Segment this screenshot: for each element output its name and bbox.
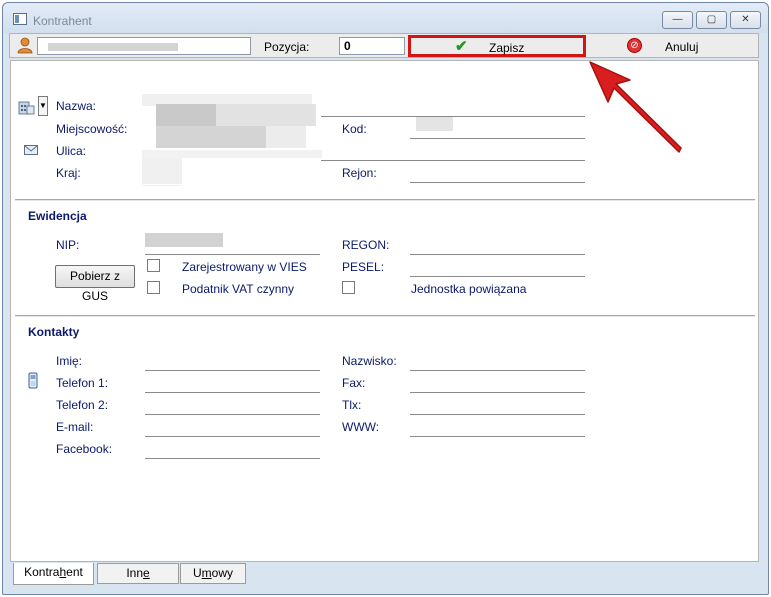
vat-label: Podatnik VAT czynny bbox=[182, 282, 295, 296]
redacted-address-values bbox=[142, 94, 322, 189]
email-label: E-mail: bbox=[56, 420, 94, 434]
tab-label-accel: m bbox=[201, 566, 212, 580]
kontakty-title: Kontakty bbox=[28, 325, 80, 339]
www-label: WWW: bbox=[342, 420, 380, 434]
save-button-label: Zapisz bbox=[489, 41, 525, 55]
pesel-label: PESEL: bbox=[342, 260, 385, 274]
postcode-label: Kod: bbox=[342, 122, 367, 136]
tlx-label: Tlx: bbox=[342, 398, 362, 412]
last-name-label: Nazwisko: bbox=[342, 354, 397, 368]
address-type-dropdown[interactable]: ▼ bbox=[38, 96, 48, 116]
window-title: Kontrahent bbox=[33, 14, 92, 28]
first-name-field-line[interactable] bbox=[145, 370, 320, 371]
tab-label-accel: e bbox=[143, 566, 150, 580]
envelope-icon bbox=[24, 145, 38, 155]
region-label: Rejon: bbox=[342, 166, 377, 180]
cancel-icon: ⊘ bbox=[627, 38, 642, 53]
close-button[interactable]: ✕ bbox=[730, 11, 761, 29]
region-field-line[interactable] bbox=[410, 182, 585, 183]
fax-label: Fax: bbox=[342, 376, 366, 390]
related-unit-label: Jednostka powiązana bbox=[411, 282, 527, 296]
user-icon bbox=[17, 37, 33, 54]
vies-checkbox[interactable] bbox=[147, 259, 160, 272]
phone2-label: Telefon 2: bbox=[56, 398, 109, 412]
position-label: Pozycja: bbox=[264, 40, 310, 54]
section-separator bbox=[15, 199, 755, 201]
name-label: Nazwa: bbox=[56, 99, 97, 113]
tlx-field-line[interactable] bbox=[410, 414, 585, 415]
www-field-line[interactable] bbox=[410, 436, 585, 437]
phone1-label: Telefon 1: bbox=[56, 376, 109, 390]
arrow-annotation-icon bbox=[589, 61, 682, 153]
ewidencja-title: Ewidencja bbox=[28, 209, 87, 223]
email-field-line[interactable] bbox=[145, 436, 320, 437]
postcode-field-line[interactable] bbox=[410, 138, 585, 139]
phone1-field-line[interactable] bbox=[145, 392, 320, 393]
phone2-field-line[interactable] bbox=[145, 414, 320, 415]
title-bar: Kontrahent — ▢ ✕ bbox=[3, 3, 768, 33]
first-name-label: Imię: bbox=[56, 354, 83, 368]
minimize-button[interactable]: — bbox=[662, 11, 693, 29]
tab-kontrahent[interactable]: Kontrahent bbox=[13, 563, 94, 585]
nip-label: NIP: bbox=[56, 238, 80, 252]
last-name-field-line[interactable] bbox=[410, 370, 585, 371]
regon-label: REGON: bbox=[342, 238, 390, 252]
section-separator bbox=[15, 315, 755, 317]
restore-button[interactable]: ▢ bbox=[696, 11, 727, 29]
country-label: Kraj: bbox=[56, 166, 81, 180]
check-icon: ✔ bbox=[455, 38, 468, 55]
vies-label: Zarejestrowany w VIES bbox=[182, 260, 307, 274]
position-input[interactable]: 0 bbox=[339, 37, 405, 55]
tab-label: owy bbox=[211, 566, 233, 580]
street-label: Ulica: bbox=[56, 144, 87, 158]
redacted-nip bbox=[145, 233, 223, 247]
tab-label: U bbox=[192, 566, 202, 580]
fax-field-line[interactable] bbox=[410, 392, 585, 393]
street-field-line[interactable] bbox=[321, 160, 585, 161]
nip-field-line[interactable] bbox=[145, 254, 320, 255]
facebook-field-line[interactable] bbox=[145, 458, 320, 459]
related-unit-checkbox[interactable] bbox=[342, 281, 355, 294]
cancel-button-label: Anuluj bbox=[665, 40, 699, 54]
city-label: Miejscowość: bbox=[56, 122, 128, 136]
facebook-label: Facebook: bbox=[56, 442, 113, 456]
pesel-field-line[interactable] bbox=[410, 276, 585, 277]
tab-inne[interactable]: Inne bbox=[97, 563, 179, 584]
tab-umowy[interactable]: Umowy bbox=[180, 563, 246, 584]
app-icon bbox=[13, 13, 27, 25]
toolbar: Pozycja: 0 ✔ Zapisz ⊘ Anuluj bbox=[9, 33, 759, 58]
tab-label: Inn bbox=[126, 566, 143, 580]
phone-icon bbox=[28, 372, 38, 389]
save-button[interactable]: ✔ Zapisz bbox=[408, 35, 586, 57]
regon-field-line[interactable] bbox=[410, 254, 585, 255]
vat-checkbox[interactable] bbox=[147, 281, 160, 294]
building-icon bbox=[18, 101, 35, 115]
name-field-line[interactable] bbox=[321, 116, 585, 117]
contractor-code-input[interactable] bbox=[37, 37, 251, 55]
fetch-gus-button[interactable]: Pobierz z GUS bbox=[55, 265, 135, 303]
redacted-postcode bbox=[416, 117, 453, 131]
cancel-button[interactable]: ⊘ Anuluj bbox=[623, 35, 723, 57]
redacted-text bbox=[48, 43, 178, 51]
country-field-line[interactable] bbox=[142, 184, 321, 185]
tab-label: Kontra bbox=[24, 565, 60, 579]
tab-label: ent bbox=[66, 565, 83, 579]
